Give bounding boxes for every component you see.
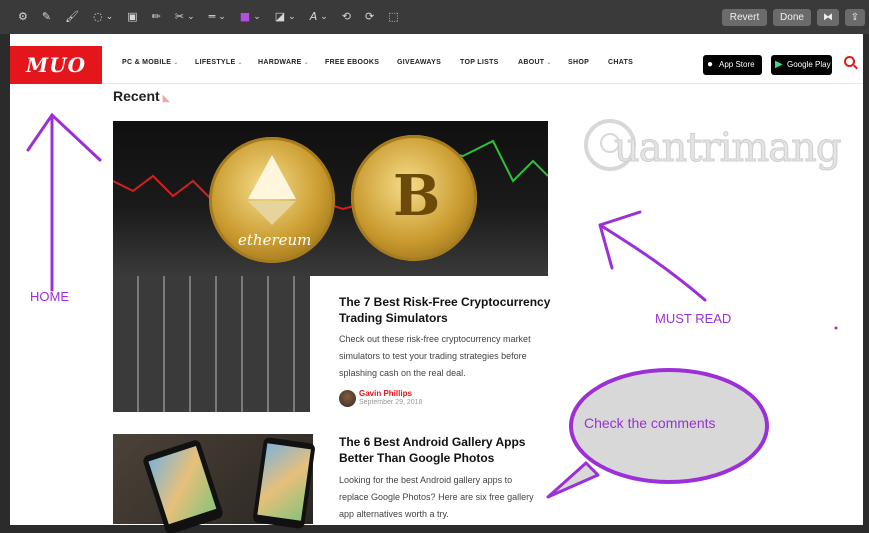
- article-title[interactable]: The 6 Best Android Gallery Apps Better T…: [339, 434, 525, 466]
- chevron-down-icon[interactable]: ⌄: [218, 0, 226, 34]
- article-date: September 29, 2018: [359, 399, 423, 406]
- revert-button[interactable]: Revert: [722, 9, 767, 26]
- home-annotation: HOME: [30, 289, 69, 304]
- excerpt-line: replace Google Photos? Here are six free…: [339, 492, 534, 502]
- ethereum-logo-lower-icon: [248, 201, 296, 225]
- play-icon: ▶: [775, 59, 783, 70]
- title-line: The 6 Best Android Gallery Apps: [339, 435, 526, 449]
- phone-screen: [148, 445, 217, 525]
- google-play-label: Google Play: [787, 60, 831, 69]
- line-style-icon[interactable]: ═: [209, 0, 216, 34]
- chevron-down-icon: ⌄: [303, 60, 309, 66]
- app-store-badge[interactable]: ● App Store: [703, 55, 762, 75]
- chevron-down-icon[interactable]: ⌄: [187, 0, 195, 34]
- excerpt-line: app alternatives worth a try.: [339, 509, 449, 519]
- chevron-down-icon: ⌄: [173, 60, 179, 66]
- keyboard-image: [113, 276, 310, 412]
- chevron-down-icon: ⌄: [237, 60, 243, 66]
- chevron-down-icon[interactable]: ⌄: [320, 0, 328, 34]
- featured-image[interactable]: ethereum B: [113, 121, 548, 276]
- nav-item-hardware[interactable]: HARDWARE ⌄: [258, 59, 309, 66]
- bitcoin-logo-icon: B: [393, 163, 441, 229]
- done-button[interactable]: Done: [773, 9, 811, 26]
- coin-label: ethereum: [238, 231, 312, 249]
- phone-image: [252, 436, 316, 530]
- site-logo[interactable]: MUO: [10, 46, 102, 84]
- settings-icon[interactable]: ⚙: [18, 0, 28, 34]
- app-store-label: App Store: [719, 60, 755, 69]
- nav-item-top-lists[interactable]: TOP LISTS: [460, 59, 499, 66]
- nav-item-free-ebooks[interactable]: FREE EBOOKS: [325, 59, 379, 66]
- must-read-annotation: MUST READ: [655, 311, 732, 326]
- shapes-icon[interactable]: ◌: [93, 0, 103, 34]
- author-name[interactable]: Gavin Phillips: [359, 389, 412, 398]
- brush-icon[interactable]: 🖌: [65, 0, 79, 34]
- excerpt-line: Check out these risk-free cryptocurrency…: [339, 334, 531, 344]
- text-style-icon[interactable]: A: [310, 0, 318, 34]
- nav-label: ABOUT: [518, 59, 545, 66]
- signature-icon[interactable]: ✂: [175, 0, 184, 34]
- article-title[interactable]: The 7 Best Risk-Free Cryptocurrency Trad…: [339, 294, 550, 326]
- nav-label: LIFESTYLE: [195, 59, 236, 66]
- screenshot-frame: ⚙ ✎ 🖌 ◌ ⌄ ▣ ✏ ✂ ⌄ ═ ⌄ ■ ⌄ ◪ ⌄ A ⌄ ⟲ ⟳ ⬚ Revert…: [0, 0, 869, 533]
- site-navbar: MUO PC & MOBILE ⌄ LIFESTYLE ⌄ HARDWARE ⌄ FR…: [10, 46, 863, 84]
- speech-bubble-tail: [546, 461, 600, 499]
- title-line: The 7 Best Risk-Free Cryptocurrency: [339, 295, 551, 309]
- text-box-icon[interactable]: ▣: [127, 0, 137, 34]
- nav-item-about[interactable]: ABOUT ⌄: [518, 59, 552, 66]
- share-button[interactable]: ⇪: [845, 9, 865, 26]
- markup-toolbar: ⚙ ✎ 🖌 ◌ ⌄ ▣ ✏ ✂ ⌄ ═ ⌄ ■ ⌄ ◪ ⌄ A ⌄ ⟲ ⟳ ⬚ Revert…: [0, 0, 869, 34]
- chevron-down-icon[interactable]: ⌄: [106, 0, 114, 34]
- feed-icon: ◣: [162, 93, 170, 103]
- nav-item-shop[interactable]: SHOP: [568, 59, 589, 66]
- comments-annotation: Check the comments: [584, 415, 716, 431]
- excerpt-line: simulators to test your trading strategi…: [339, 351, 527, 361]
- pen-icon[interactable]: ✏: [152, 0, 161, 34]
- ethereum-logo-icon: [248, 155, 296, 199]
- rotate-left-icon[interactable]: ⟲: [342, 0, 351, 34]
- phone-screen: [257, 443, 311, 521]
- article-excerpt: Check out these risk-free cryptocurrency…: [339, 331, 531, 382]
- rotate-button[interactable]: ⧓: [817, 9, 839, 26]
- nav-item-giveaways[interactable]: GIVEAWAYS: [397, 59, 441, 66]
- border-color-icon[interactable]: ■: [240, 0, 250, 34]
- title-line: Better Than Google Photos: [339, 451, 495, 465]
- watermark-text: uantrimang: [614, 125, 843, 172]
- fill-color-icon[interactable]: ◪: [275, 0, 285, 34]
- phone-image: [141, 438, 225, 533]
- chevron-down-icon[interactable]: ⌄: [253, 0, 261, 34]
- rotate-right-icon[interactable]: ⟳: [365, 0, 374, 34]
- author-avatar[interactable]: [339, 390, 356, 407]
- sketch-icon[interactable]: ✎: [42, 0, 51, 34]
- apple-icon: ●: [707, 59, 714, 70]
- nav-label: PC & MOBILE: [122, 59, 172, 66]
- nav-item-chats[interactable]: CHATS: [608, 59, 633, 66]
- google-play-badge[interactable]: ▶ Google Play: [771, 55, 832, 75]
- chevron-down-icon[interactable]: ⌄: [288, 0, 296, 34]
- search-icon[interactable]: [844, 56, 855, 67]
- chevron-down-icon: ⌄: [546, 60, 552, 66]
- excerpt-line: Looking for the best Android gallery app…: [339, 475, 513, 485]
- nav-label: HARDWARE: [258, 59, 302, 66]
- section-title-text: Recent: [113, 88, 160, 104]
- excerpt-line: splashing cash on the real deal.: [339, 368, 466, 378]
- article-excerpt: Looking for the best Android gallery app…: [339, 472, 534, 523]
- article-thumbnail[interactable]: [113, 434, 316, 533]
- section-title: Recent ◣: [113, 88, 170, 104]
- nav-item-lifestyle[interactable]: LIFESTYLE ⌄: [195, 59, 243, 66]
- title-line: Trading Simulators: [339, 311, 448, 325]
- crop-icon[interactable]: ⬚: [388, 0, 398, 34]
- nav-item-pc-mobile[interactable]: PC & MOBILE ⌄: [122, 59, 179, 66]
